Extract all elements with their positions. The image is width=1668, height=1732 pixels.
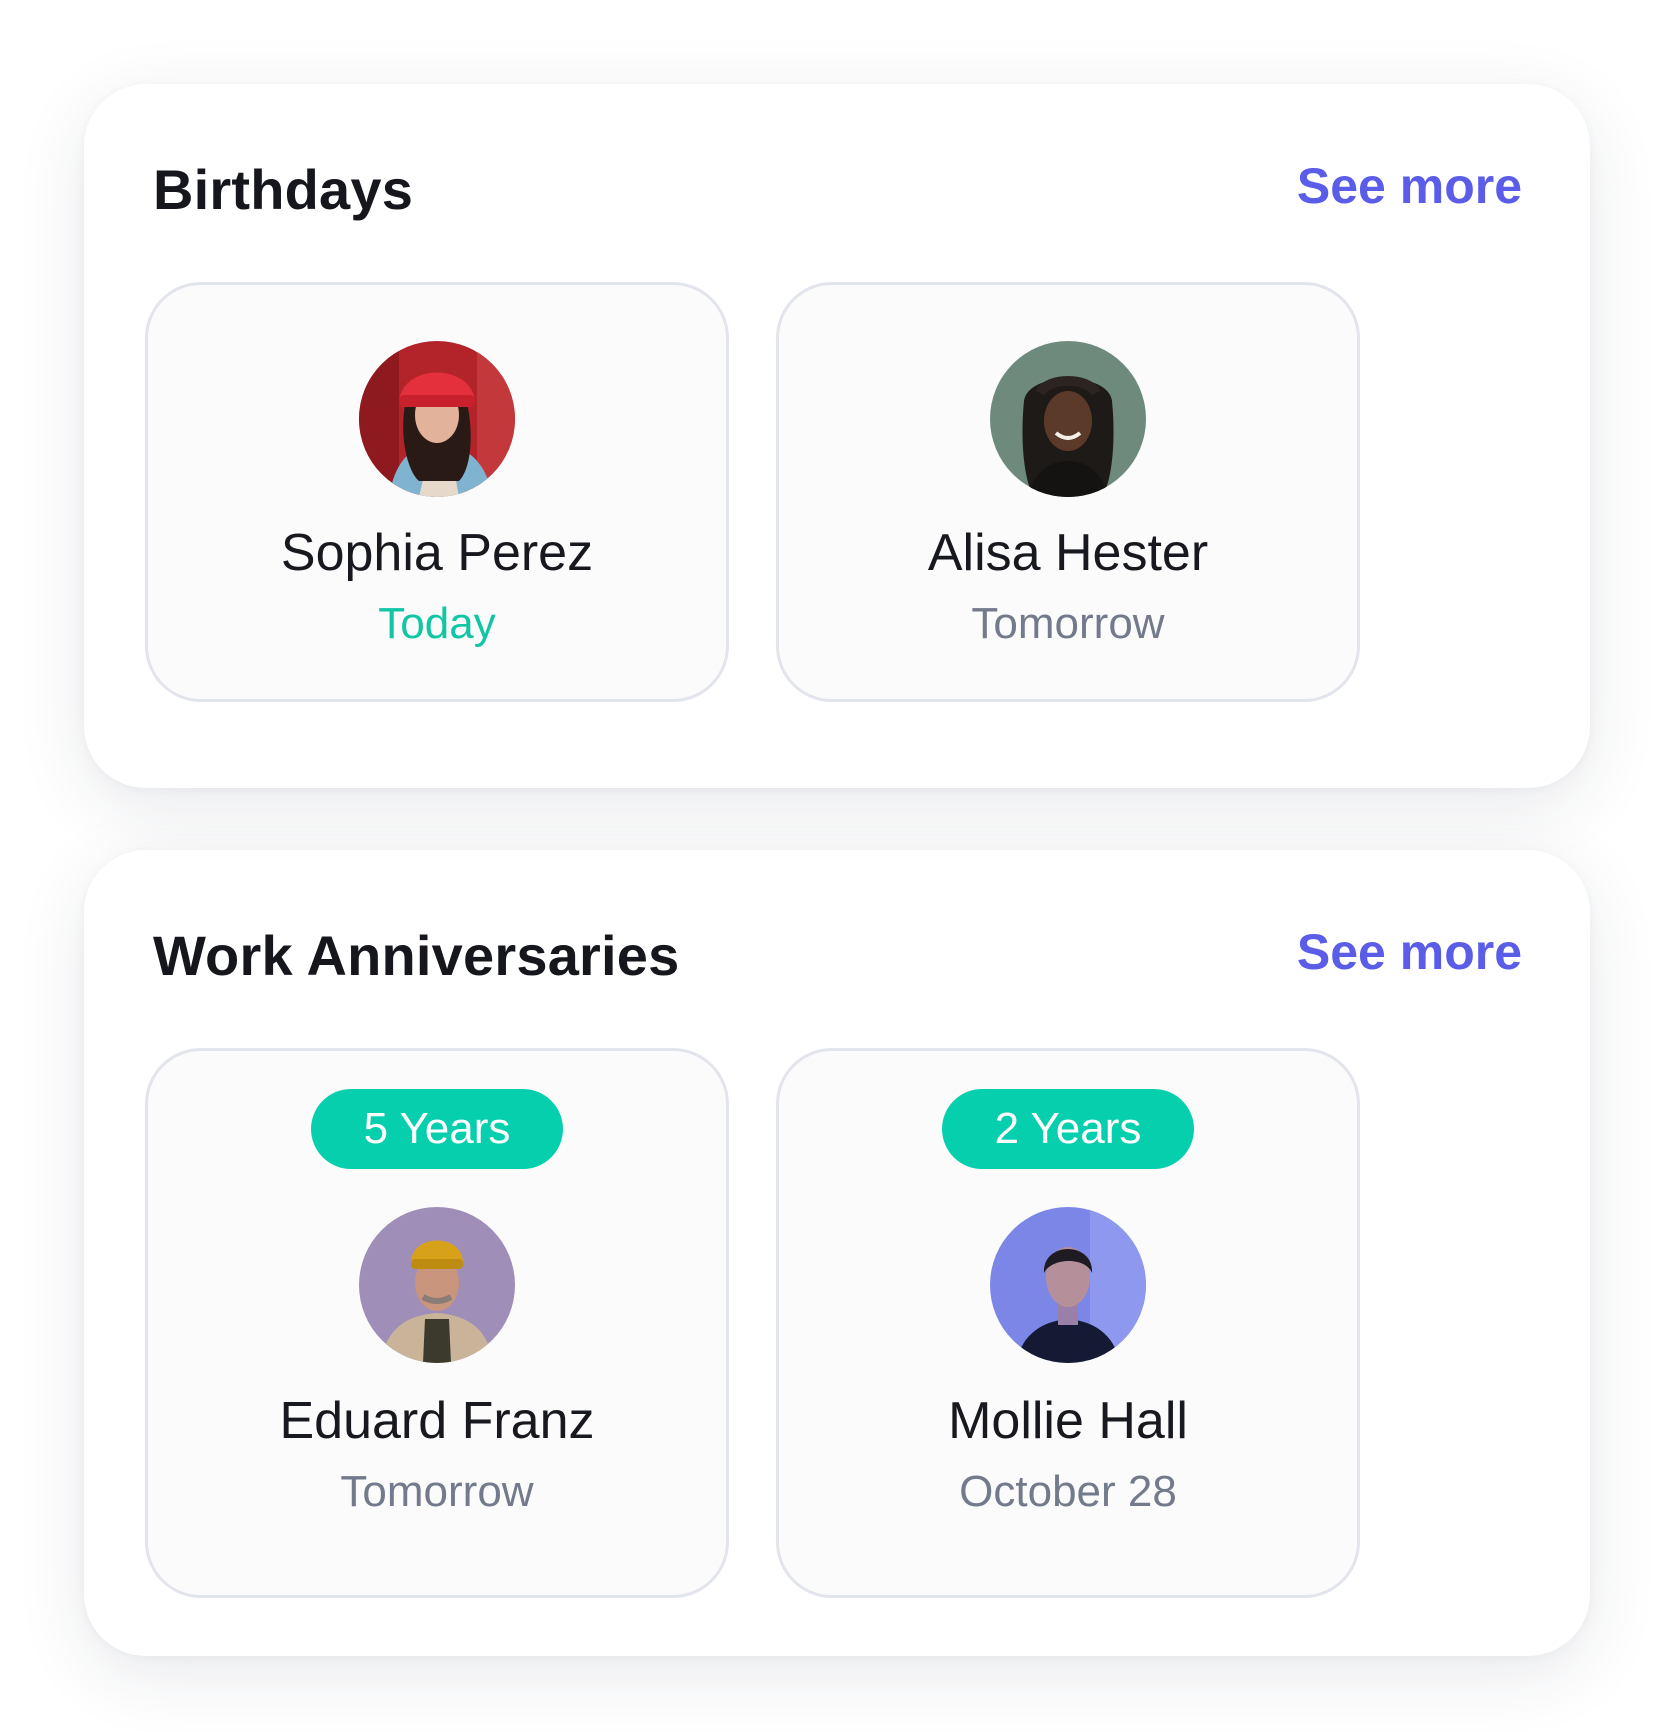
birthdays-panel: Birthdays See more Sophia Perez Today Al…	[84, 84, 1590, 788]
avatar	[990, 1207, 1146, 1363]
birthday-card-sophia-perez[interactable]: Sophia Perez Today	[145, 282, 729, 702]
avatar-photo-blue-light-icon	[990, 1207, 1146, 1363]
birthdays-title: Birthdays	[153, 158, 414, 221]
birthdays-see-more-link[interactable]: See more	[1297, 157, 1522, 215]
anniversary-date: October 28	[959, 1467, 1177, 1516]
avatar-photo-yellow-beanie-icon	[359, 1207, 515, 1363]
avatar	[359, 341, 515, 497]
birthday-card-alisa-hester[interactable]: Alisa Hester Tomorrow	[776, 282, 1360, 702]
avatar-photo-braids-icon	[990, 341, 1146, 497]
person-name: Sophia Perez	[280, 524, 594, 582]
birthday-date: Tomorrow	[971, 599, 1165, 648]
avatar	[990, 341, 1146, 497]
anniversary-card-eduard-franz[interactable]: 5 Years Eduard Franz Tomorrow	[145, 1048, 729, 1598]
person-name: Mollie Hall	[948, 1392, 1188, 1450]
work-anniversaries-panel: Work Anniversaries See more 5 Years Edua…	[84, 850, 1590, 1656]
birthday-date-today: Today	[378, 599, 496, 648]
work-anniversaries-title: Work Anniversaries	[153, 924, 680, 987]
anniversary-card-mollie-hall[interactable]: 2 Years Mollie Hall October 28	[776, 1048, 1360, 1598]
person-name: Eduard Franz	[279, 1392, 595, 1450]
anniversary-date: Tomorrow	[340, 1467, 534, 1516]
years-badge: 5 Years	[311, 1089, 563, 1169]
person-name: Alisa Hester	[927, 524, 1209, 582]
anniversaries-see-more-link[interactable]: See more	[1297, 923, 1522, 981]
avatar	[359, 1207, 515, 1363]
years-badge: 2 Years	[942, 1089, 1194, 1169]
avatar-photo-red-beanie-icon	[359, 341, 515, 497]
